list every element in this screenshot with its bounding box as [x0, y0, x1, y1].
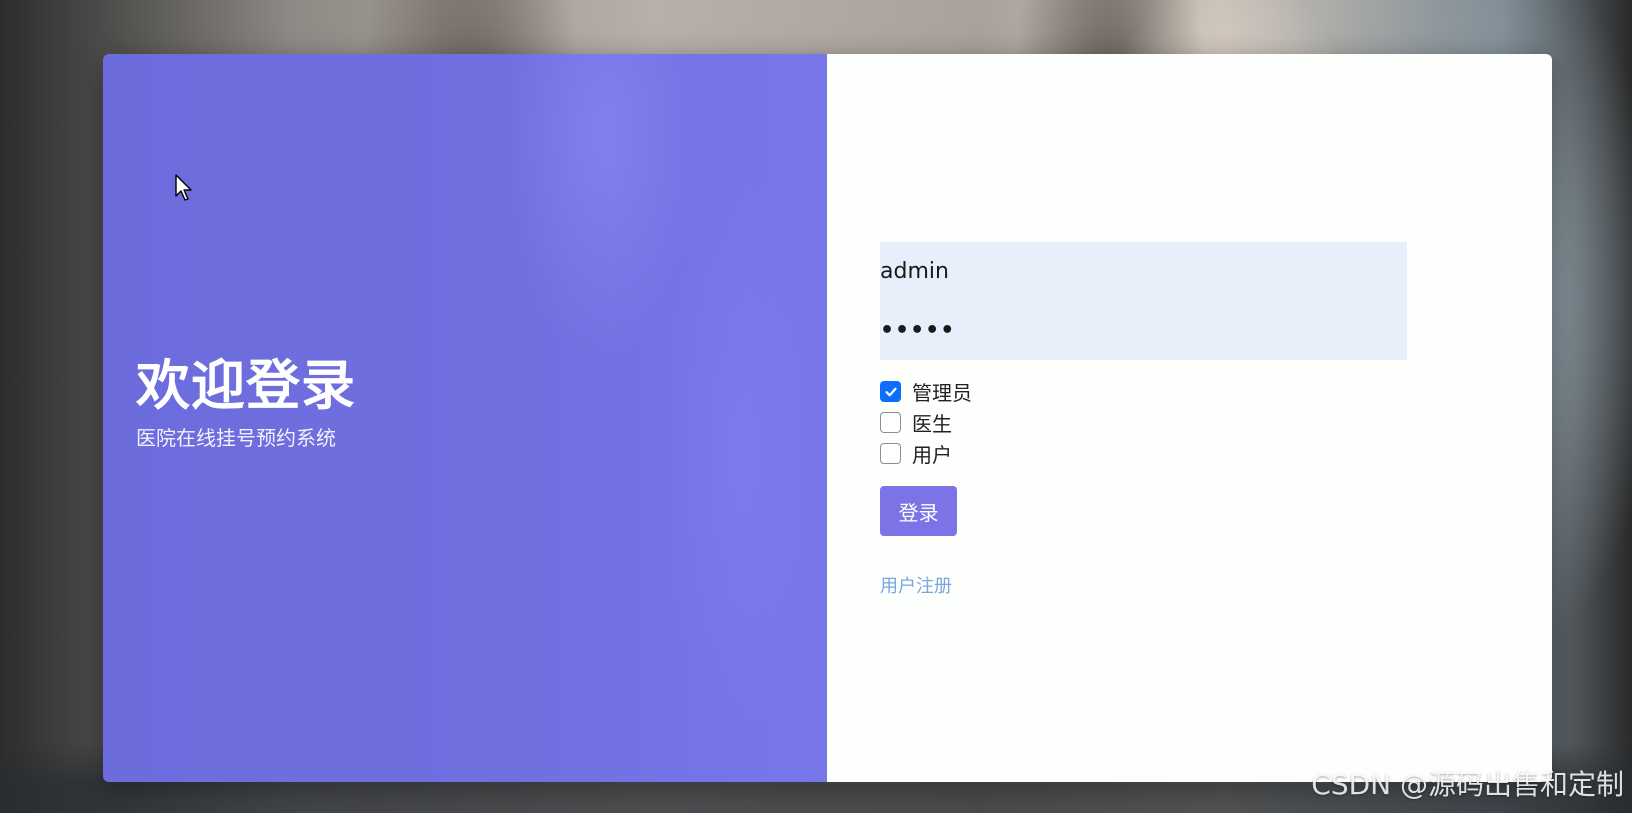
- username-input[interactable]: admin: [880, 242, 1407, 301]
- role-checkbox-doctor[interactable]: [880, 412, 901, 433]
- watermark-text: CSDN @源码出售和定制: [1311, 768, 1624, 801]
- system-name: 医院在线挂号预约系统: [136, 426, 336, 450]
- login-panel: admin ••••• 管理员 医生 用户 登录 用户注册: [827, 54, 1552, 782]
- register-link[interactable]: 用户注册: [880, 572, 952, 598]
- welcome-block: 欢迎登录 医院在线挂号预约系统: [136, 354, 356, 452]
- welcome-title: 欢迎登录: [136, 354, 356, 417]
- credentials-box: admin •••••: [880, 242, 1407, 360]
- mouse-cursor-icon: [175, 174, 192, 201]
- role-option-admin[interactable]: 管理员: [880, 376, 1407, 407]
- login-form: admin ••••• 管理员 医生 用户 登录 用户注册: [880, 242, 1407, 598]
- checkmark-icon: [884, 387, 897, 396]
- role-option-user[interactable]: 用户: [880, 438, 1407, 469]
- role-options: 管理员 医生 用户: [880, 376, 1407, 469]
- login-card: 欢迎登录 医院在线挂号预约系统 admin ••••• 管理员 医生 用户 登录…: [103, 54, 1552, 782]
- role-option-doctor[interactable]: 医生: [880, 407, 1407, 438]
- role-label-doctor: 医生: [912, 412, 952, 436]
- login-button[interactable]: 登录: [880, 486, 957, 536]
- password-input[interactable]: •••••: [880, 301, 1407, 360]
- role-checkbox-admin[interactable]: [880, 381, 901, 402]
- role-label-user: 用户: [912, 443, 952, 467]
- role-label-admin: 管理员: [912, 381, 972, 405]
- welcome-panel: 欢迎登录 医院在线挂号预约系统: [103, 54, 827, 782]
- role-checkbox-user[interactable]: [880, 443, 901, 464]
